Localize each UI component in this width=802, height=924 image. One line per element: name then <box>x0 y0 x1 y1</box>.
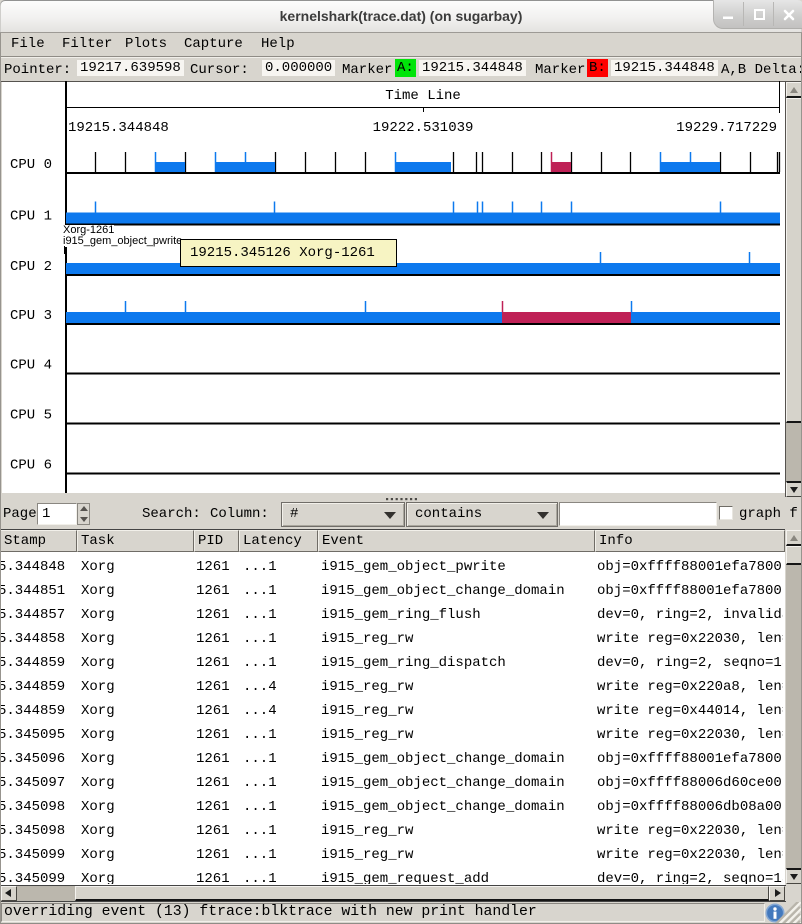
svg-text:19222.531039: 19222.531039 <box>373 120 474 136</box>
svg-text:19215.344848: 19215.344848 <box>68 120 169 136</box>
svg-text:CPU 3: CPU 3 <box>10 308 52 324</box>
svg-text:Time Line: Time Line <box>385 88 461 104</box>
svg-text:CPU 6: CPU 6 <box>10 458 52 474</box>
svg-text:CPU 4: CPU 4 <box>10 358 52 374</box>
svg-text:CPU 2: CPU 2 <box>10 259 52 275</box>
svg-text:CPU 0: CPU 0 <box>10 157 52 173</box>
svg-text:19229.717229: 19229.717229 <box>676 120 777 136</box>
svg-text:CPU 1: CPU 1 <box>10 209 52 225</box>
svg-text:CPU 5: CPU 5 <box>10 408 52 424</box>
